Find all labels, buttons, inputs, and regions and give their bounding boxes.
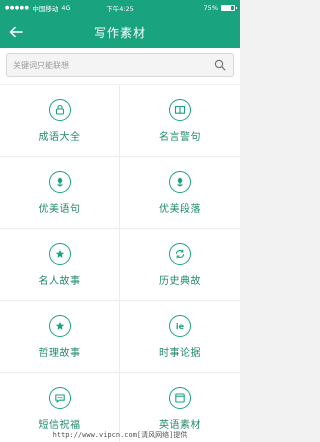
category-label: 优美语句 [38,203,81,215]
category-item[interactable]: 优美段落 [120,157,240,229]
lock-icon [48,98,71,121]
search-bar [0,48,240,84]
category-item[interactable]: 哲理故事 [0,301,120,373]
search-box [6,53,234,77]
svg-text:ie: ie [176,322,185,331]
category-label: 时事论据 [159,347,201,359]
category-item[interactable]: ie 时事论据 [120,301,240,373]
star-icon [48,242,71,265]
watermark: http://www.vipcn.com[清风网络]提供 [52,431,188,439]
back-button[interactable] [6,22,26,42]
status-time: 下午4:25 [106,5,134,13]
category-label: 英语素材 [159,419,201,431]
category-label: 成语大全 [38,131,81,143]
search-icon[interactable] [213,58,227,72]
tree-icon [48,170,71,193]
refresh-icon [169,242,191,265]
category-label: 历史典故 [159,275,201,287]
category-label: 名人故事 [38,275,81,287]
category-item[interactable]: 历史典故 [120,229,240,301]
category-item[interactable]: 成语大全 [0,85,120,157]
magnifier-glyph [214,59,226,71]
battery-icon [221,5,237,11]
arrow-left-icon [9,26,23,38]
category-item[interactable]: 名言警句 [120,85,240,157]
book-icon [169,98,191,121]
category-label: 优美段落 [159,203,201,215]
status-bar: ●●●●● 中国移动 4G 下午4:25 75% [0,0,240,16]
category-item[interactable]: 名人故事 [0,229,120,301]
star-icon [48,314,71,337]
battery-fill [222,6,231,10]
category-item[interactable]: 优美语句 [0,157,120,229]
category-label: 短信祝福 [38,419,81,431]
window-icon [169,386,191,409]
category-label: 哲理故事 [38,347,81,359]
category-grid: 成语大全 名言警句优美语句 优美段落名人故事 历史典故哲理故事 ie 时事论据短信祝福 英语… [0,85,240,442]
tree-icon [169,170,191,193]
chat-icon [48,386,71,409]
category-label: 名言警句 [159,131,201,143]
search-input[interactable] [13,60,213,70]
nav-bar: 写作素材 [0,16,240,48]
ie-icon: ie [169,314,191,337]
page-title: 写作素材 [93,25,146,40]
